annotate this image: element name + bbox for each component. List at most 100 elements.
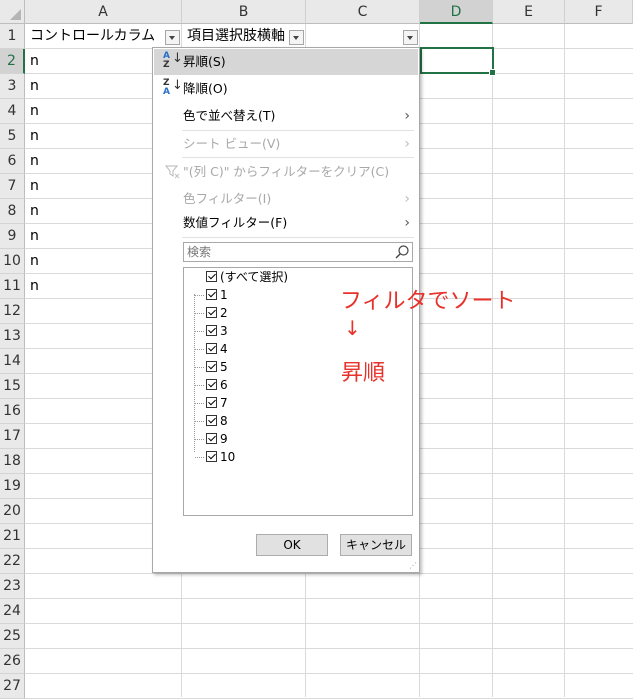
cell-b1[interactable]: 項目選択肢横軸 <box>183 24 291 49</box>
checkbox-checked-icon[interactable] <box>206 451 217 462</box>
search-icon <box>395 245 409 259</box>
checkbox-checked-icon[interactable] <box>206 379 217 390</box>
list-item[interactable]: 8 <box>184 412 384 430</box>
checkbox-checked-icon[interactable] <box>206 433 217 444</box>
number-filter-item[interactable]: 数値フィルター(F) › <box>154 210 418 236</box>
checkbox-checked-icon[interactable] <box>206 397 217 408</box>
cell-a9[interactable]: n <box>26 224 150 249</box>
row-header-19[interactable]: 19 <box>0 474 25 499</box>
cell-a4[interactable]: n <box>26 99 150 124</box>
row-header-10[interactable]: 10 <box>0 249 25 274</box>
cell-a10[interactable]: n <box>26 249 150 274</box>
tree-connector <box>195 313 204 314</box>
row-header-15[interactable]: 15 <box>0 374 25 399</box>
row-header-27[interactable]: 27 <box>0 674 25 699</box>
tree-connector <box>195 385 204 386</box>
chevron-right-icon: › <box>404 191 410 207</box>
tree-connector <box>195 403 204 404</box>
row-header-5[interactable]: 5 <box>0 124 25 149</box>
row-header-14[interactable]: 14 <box>0 349 25 374</box>
row-header-6[interactable]: 6 <box>0 149 25 174</box>
checkbox-checked-icon[interactable] <box>206 307 217 318</box>
sort-ascending-item[interactable]: A Z ↓ 昇順(S) <box>154 49 418 75</box>
gridline <box>492 24 493 697</box>
value-label: 7 <box>220 396 228 410</box>
select-all-corner[interactable] <box>0 0 25 24</box>
row-header-3[interactable]: 3 <box>0 74 25 99</box>
search-placeholder: 検索 <box>187 245 212 259</box>
sort-descending-item[interactable]: Z A ↓ 降順(O) <box>154 76 418 102</box>
checkbox-checked-icon[interactable] <box>206 325 217 336</box>
value-label: 5 <box>220 360 228 374</box>
cell-a1[interactable]: コントロールカラム <box>26 24 166 49</box>
value-label: 1 <box>220 288 228 302</box>
row-header-22[interactable]: 22 <box>0 549 25 574</box>
menu-separator <box>182 237 414 238</box>
cancel-button[interactable]: キャンセル <box>340 534 412 556</box>
row-header-12[interactable]: 12 <box>0 299 25 324</box>
selected-cell-d2[interactable] <box>420 47 496 76</box>
gridline <box>564 24 565 697</box>
filter-dropdown-a[interactable] <box>165 30 180 45</box>
search-input[interactable]: 検索 <box>183 242 413 262</box>
list-item[interactable]: 7 <box>184 394 384 412</box>
column-header-b[interactable]: B <box>182 0 306 24</box>
list-item[interactable]: 10 <box>184 448 384 466</box>
column-header-a[interactable]: A <box>25 0 182 24</box>
row-header-24[interactable]: 24 <box>0 599 25 624</box>
row-header-23[interactable]: 23 <box>0 574 25 599</box>
sort-by-color-item[interactable]: 色で並べ替え(T) › <box>154 103 418 129</box>
column-header-f[interactable]: F <box>565 0 633 24</box>
checkbox-checked-icon[interactable] <box>206 361 217 372</box>
row-header-26[interactable]: 26 <box>0 649 25 674</box>
cell-a6[interactable]: n <box>26 149 150 174</box>
sort-ascending-icon: A Z ↓ <box>163 51 183 70</box>
ok-button[interactable]: OK <box>256 534 328 556</box>
row-header-4[interactable]: 4 <box>0 99 25 124</box>
row-header-20[interactable]: 20 <box>0 499 25 524</box>
row-header-18[interactable]: 18 <box>0 449 25 474</box>
gridline <box>25 598 633 599</box>
chevron-right-icon: › <box>404 108 410 124</box>
tree-connector <box>195 349 204 350</box>
color-filter-item: 色フィルター(I) › <box>154 186 418 212</box>
row-header-9[interactable]: 9 <box>0 224 25 249</box>
row-header-2[interactable]: 2 <box>0 49 25 74</box>
value-label: 10 <box>220 450 236 464</box>
cell-a7[interactable]: n <box>26 174 150 199</box>
resize-grip-icon[interactable]: ⋰ <box>409 562 417 570</box>
sheet-view-item: シート ビュー(V) › <box>154 131 418 157</box>
sort-descending-label: 降順(O) <box>183 81 228 96</box>
column-header-e[interactable]: E <box>493 0 565 24</box>
chevron-right-icon: › <box>404 215 410 231</box>
list-item[interactable]: 9 <box>184 430 384 448</box>
cell-a8[interactable]: n <box>26 199 150 224</box>
sort-descending-icon: Z A ↓ <box>163 78 183 97</box>
checkbox-checked-icon[interactable] <box>206 289 217 300</box>
cell-a5[interactable]: n <box>26 124 150 149</box>
row-header-11[interactable]: 11 <box>0 274 25 299</box>
column-header-c[interactable]: C <box>306 0 420 24</box>
checkbox-checked-icon[interactable] <box>206 271 217 282</box>
checkbox-checked-icon[interactable] <box>206 343 217 354</box>
row-header-25[interactable]: 25 <box>0 624 25 649</box>
row-header-7[interactable]: 7 <box>0 174 25 199</box>
row-header-8[interactable]: 8 <box>0 199 25 224</box>
row-header-1[interactable]: 1 <box>0 24 25 49</box>
checkbox-checked-icon[interactable] <box>206 415 217 426</box>
cell-a11[interactable]: n <box>26 274 150 299</box>
column-header-d[interactable]: D <box>420 0 493 24</box>
cell-a2[interactable]: n <box>26 49 150 74</box>
row-header-21[interactable]: 21 <box>0 524 25 549</box>
clear-filter-item: "(列 C)" からフィルターをクリア(C) <box>154 159 418 185</box>
cell-a3[interactable]: n <box>26 74 150 99</box>
filter-dropdown-c[interactable] <box>403 30 418 45</box>
row-header-13[interactable]: 13 <box>0 324 25 349</box>
number-filter-label: 数値フィルター(F) <box>183 215 288 230</box>
tree-connector <box>195 295 204 296</box>
row-header-16[interactable]: 16 <box>0 399 25 424</box>
annotation-filter-sort: フィルタでソート <box>340 289 516 314</box>
gridline <box>25 648 633 649</box>
filter-dropdown-b[interactable] <box>289 30 304 45</box>
row-header-17[interactable]: 17 <box>0 424 25 449</box>
